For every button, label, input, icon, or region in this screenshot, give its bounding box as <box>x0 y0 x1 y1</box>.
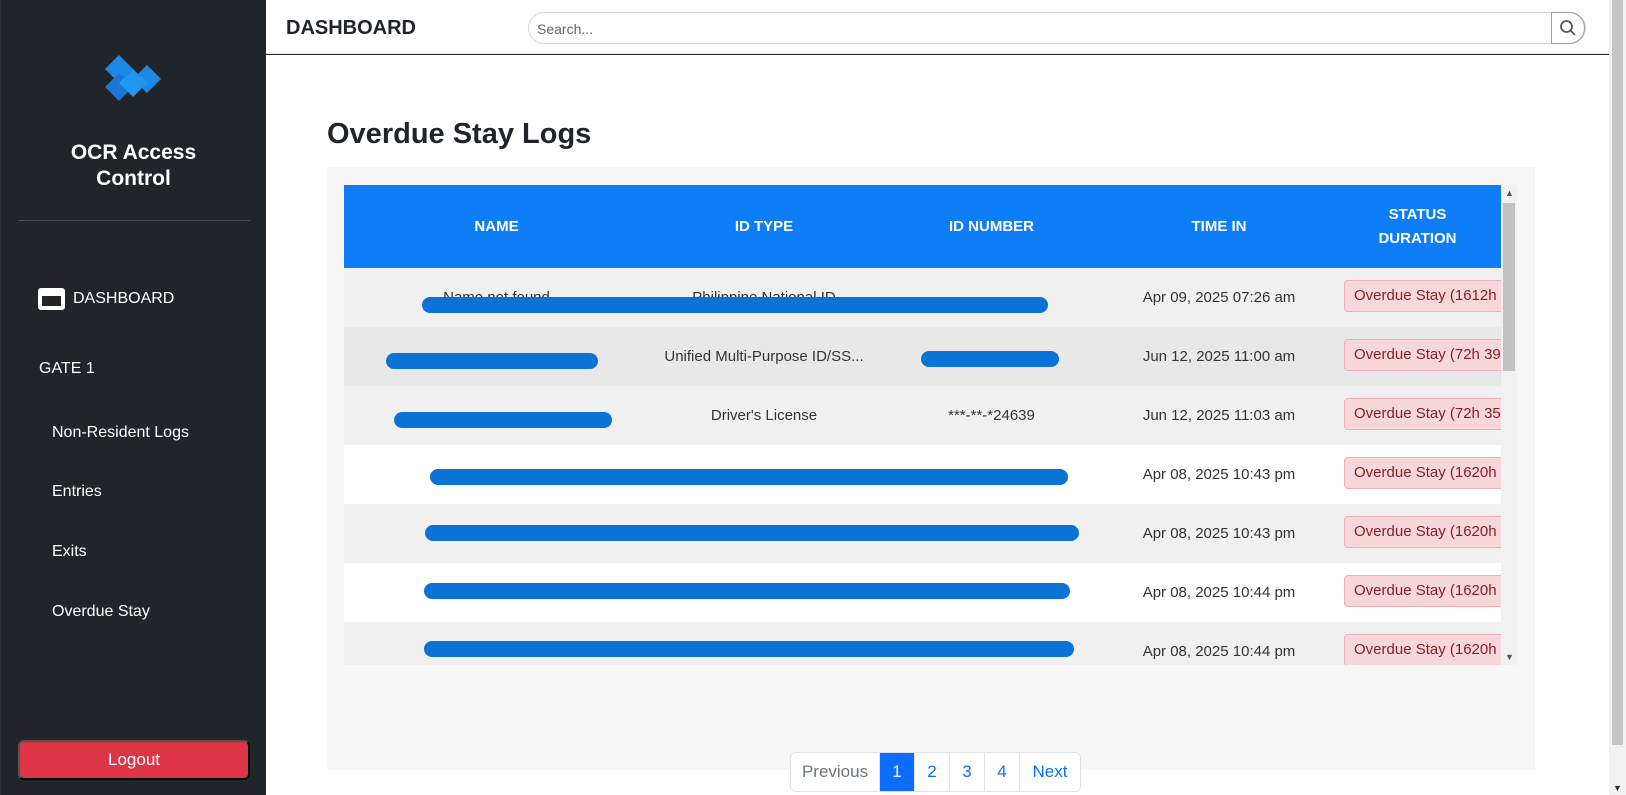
cell-name: Name not found <box>344 563 649 622</box>
sidebar-section-gate[interactable]: GATE 1 <box>39 360 95 378</box>
cell-time-in: Apr 08, 2025 10:44 pm <box>1104 622 1334 665</box>
sidebar-item-entries[interactable]: Entries <box>52 483 102 501</box>
search-button[interactable] <box>1551 12 1585 44</box>
cell-name <box>344 327 649 386</box>
column-header-name[interactable]: NAME <box>344 185 649 268</box>
status-badge: Overdue Stay (1620h 5 <box>1344 633 1501 665</box>
pagination: Previous 1 2 3 4 Next <box>790 752 1081 792</box>
cell-id-type: Philippine National ID <box>649 504 879 563</box>
column-header-status-label: STATUS DURATION <box>1378 205 1457 247</box>
window-icon <box>38 288 65 310</box>
cell-time-in: Jun 12, 2025 11:03 am <box>1104 386 1334 445</box>
table-row[interactable]: Apr 08, 2025 10:44 pm Overdue Stay (1620… <box>344 622 1501 665</box>
table-scrollbar[interactable]: ▲ ▼ <box>1501 185 1517 665</box>
status-badge: Overdue Stay (72h 35r <box>1344 397 1501 430</box>
pagination-page-4[interactable]: 4 <box>985 753 1020 791</box>
scroll-down-arrow-icon[interactable]: ▼ <box>1505 652 1514 662</box>
brand-name: OCR Access Control <box>1 140 266 192</box>
status-badge: Overdue Stay (72h 39r <box>1344 338 1501 371</box>
main-content: Overdue Stay Logs NAME ID TYPE ID NUMBER… <box>266 55 1609 795</box>
sidebar-item-overdue-stay[interactable]: Overdue Stay <box>52 603 150 621</box>
page-title: Overdue Stay Logs <box>327 118 592 150</box>
cell-name: Name not found <box>344 504 649 563</box>
cell-time-in: Apr 08, 2025 10:44 pm <box>1104 563 1334 622</box>
table-row[interactable]: Apr 08, 2025 10:43 pm Overdue Stay (1620… <box>344 445 1501 504</box>
scroll-up-arrow-icon[interactable]: ▲ <box>1505 188 1514 198</box>
sidebar-item-label: DASHBOARD <box>73 290 175 307</box>
logs-card: NAME ID TYPE ID NUMBER TIME IN STATUS DU… <box>327 167 1535 792</box>
cell-time-in: Apr 09, 2025 07:26 am <box>1104 268 1334 327</box>
cell-id-number <box>879 504 1104 563</box>
cell-time-in: Apr 08, 2025 10:43 pm <box>1104 445 1334 504</box>
table-scrollbar-thumb[interactable] <box>1503 203 1515 371</box>
column-header-id-type[interactable]: ID TYPE <box>649 185 879 268</box>
logout-button[interactable]: Logout <box>18 740 250 780</box>
search-input[interactable] <box>537 18 1537 40</box>
column-header-time-in[interactable]: TIME IN <box>1104 185 1334 268</box>
cell-name: Name not found <box>344 268 649 327</box>
window-scrollbar-thumb[interactable] <box>1612 0 1623 745</box>
status-badge: Overdue Stay (1620h 5 <box>1344 515 1501 548</box>
pagination-previous[interactable]: Previous <box>791 753 880 791</box>
cell-status: Overdue Stay (1620h 5 <box>1334 445 1501 504</box>
pagination-page-3[interactable]: 3 <box>950 753 985 791</box>
cell-name <box>344 622 649 665</box>
window-scrollbar[interactable]: ▼ <box>1609 0 1626 795</box>
table-row[interactable]: Name not found Philippine National ID Ap… <box>344 268 1501 327</box>
cell-id-number <box>879 268 1104 327</box>
brand-logo-icon <box>105 55 161 101</box>
cell-id-type: Driver's License <box>649 386 879 445</box>
cell-name <box>344 386 649 445</box>
status-badge: Overdue Stay (1620h 5 <box>1344 574 1501 607</box>
status-badge: Overdue Stay (1612h 1 <box>1344 279 1501 312</box>
pagination-next[interactable]: Next <box>1020 753 1080 791</box>
scroll-down-arrow-icon[interactable]: ▼ <box>1613 783 1622 793</box>
sidebar-item-exits[interactable]: Exits <box>52 543 87 561</box>
cell-id-number: ***-**-*24639 <box>879 386 1104 445</box>
status-badge: Overdue Stay (1620h 5 <box>1344 456 1501 489</box>
search-icon <box>1560 20 1576 36</box>
cell-id-number: 3544 <box>879 327 1104 386</box>
sidebar-divider <box>18 220 250 221</box>
table-row[interactable]: Name not found Philippine National ID Ap… <box>344 504 1501 563</box>
cell-id-number <box>879 622 1104 665</box>
logs-table-scroll[interactable]: NAME ID TYPE ID NUMBER TIME IN STATUS DU… <box>344 185 1501 665</box>
table-row[interactable]: Name not found Apr 08, 2025 10:44 pm Ove… <box>344 563 1501 622</box>
cell-id-type <box>649 445 879 504</box>
cell-status: Overdue Stay (1612h 1 <box>1334 268 1501 327</box>
topbar-title: DASHBOARD <box>286 17 416 39</box>
cell-status: Overdue Stay (1620h 5 <box>1334 622 1501 665</box>
sidebar-item-non-resident-logs[interactable]: Non-Resident Logs <box>52 424 189 442</box>
pagination-page-1[interactable]: 1 <box>880 753 915 791</box>
sidebar-item-dashboard[interactable]: DASHBOARD <box>38 288 174 310</box>
column-header-status-duration[interactable]: STATUS DURATION <box>1334 185 1501 268</box>
table-row[interactable]: Unified Multi-Purpose ID/SS... 3544 Jun … <box>344 327 1501 386</box>
cell-id-number <box>879 563 1104 622</box>
cell-status: Overdue Stay (1620h 5 <box>1334 563 1501 622</box>
cell-time-in: Jun 12, 2025 11:00 am <box>1104 327 1334 386</box>
cell-time-in: Apr 08, 2025 10:43 pm <box>1104 504 1334 563</box>
cell-name <box>344 445 649 504</box>
pagination-page-2[interactable]: 2 <box>915 753 950 791</box>
cell-id-type <box>649 622 879 665</box>
topbar: DASHBOARD <box>266 0 1609 54</box>
brand-line-2: Control <box>96 167 171 190</box>
table-header-row: NAME ID TYPE ID NUMBER TIME IN STATUS DU… <box>344 185 1501 268</box>
table-row[interactable]: Driver's License ***-**-*24639 Jun 12, 2… <box>344 386 1501 445</box>
overdue-logs-table: NAME ID TYPE ID NUMBER TIME IN STATUS DU… <box>344 185 1501 665</box>
cell-status: Overdue Stay (72h 39r <box>1334 327 1501 386</box>
cell-status: Overdue Stay (72h 35r <box>1334 386 1501 445</box>
cell-id-type: Unified Multi-Purpose ID/SS... <box>649 327 879 386</box>
sidebar: OCR Access Control DASHBOARD GATE 1 Non-… <box>1 0 266 795</box>
cell-status: Overdue Stay (1620h 5 <box>1334 504 1501 563</box>
cell-id-type: Philippine National ID <box>649 268 879 327</box>
cell-id-number <box>879 445 1104 504</box>
search-bar <box>528 12 1586 44</box>
brand-line-1: OCR Access <box>70 141 197 164</box>
cell-id-type <box>649 563 879 622</box>
column-header-id-number[interactable]: ID NUMBER <box>879 185 1104 268</box>
